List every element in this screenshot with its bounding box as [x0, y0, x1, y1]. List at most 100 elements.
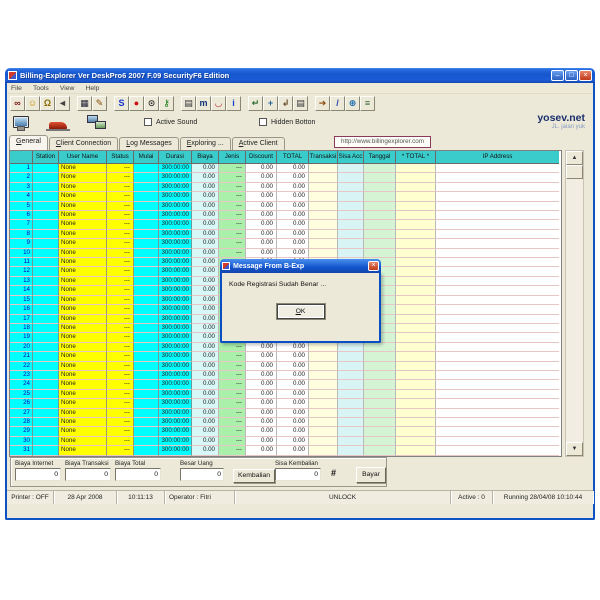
cell-sisa-acc [338, 192, 364, 202]
table-row[interactable]: 28 None --- 300:00:00 0.00 --- 0.00 0.00 [10, 417, 561, 428]
table-row[interactable]: 7 None --- 300:00:00 0.00 --- 0.00 0.00 [10, 220, 561, 230]
table-row[interactable]: 5 None --- 300:00:00 0.00 --- 0.00 0.00 [10, 201, 561, 212]
globe-icon[interactable]: ⊕ [345, 96, 360, 111]
cell-total2 [396, 258, 436, 268]
vertical-scrollbar[interactable]: ▲ ▼ [565, 150, 584, 457]
server-icon[interactable]: S [114, 96, 129, 111]
timer-icon[interactable]: ⊙ [144, 96, 159, 111]
table-row[interactable]: 29 None --- 300:00:00 0.00 --- 0.00 0.00 [10, 427, 561, 437]
page-icon[interactable]: ≡ [360, 96, 375, 111]
table-row[interactable]: 24 None --- 300:00:00 0.00 --- 0.00 0.00 [10, 380, 561, 390]
table-row[interactable]: 26 None --- 300:00:00 0.00 --- 0.00 0.00 [10, 399, 561, 409]
mouse-icon[interactable] [46, 122, 70, 131]
table-row[interactable]: 25 None --- 300:00:00 0.00 --- 0.00 0.00 [10, 389, 561, 400]
users-icon[interactable]: m [196, 96, 211, 111]
smiley-icon[interactable]: ☺ [25, 96, 40, 111]
menu-tools[interactable]: Tools [33, 85, 49, 92]
dialog-close-icon[interactable]: × [368, 261, 379, 271]
besar-uang-input[interactable]: 0 [180, 468, 224, 481]
stop-icon[interactable]: ● [129, 96, 144, 111]
title-bar[interactable]: Billing-Explorer Ver DeskPro6 2007 F.09 … [5, 68, 595, 83]
kembalian-button[interactable]: Kembalian [233, 469, 275, 483]
print2-icon[interactable]: ▤ [293, 96, 308, 111]
column-header[interactable]: Discount [246, 151, 277, 164]
column-header[interactable]: TOTAL [277, 151, 309, 164]
biaya-total-input[interactable]: 0 [115, 468, 161, 481]
column-header[interactable]: Sisa Acc [338, 151, 364, 164]
column-header[interactable]: * TOTAL * [396, 151, 436, 164]
redo-icon[interactable]: ↲ [278, 96, 293, 111]
table-row[interactable]: 4 None --- 300:00:00 0.00 --- 0.00 0.00 [10, 192, 561, 202]
tab-log-messages[interactable]: Log Messages [119, 137, 179, 150]
info-icon[interactable]: i [226, 96, 241, 111]
dialog-titlebar[interactable]: Message From B-Exp × [220, 259, 381, 273]
undo-icon[interactable]: ↵ [248, 96, 263, 111]
table-row[interactable]: 21 None --- 300:00:00 0.00 --- 0.00 0.00 [10, 352, 561, 362]
column-header[interactable]: Durasi [159, 151, 192, 164]
chat-icon[interactable]: ◡ [211, 96, 226, 111]
table-row[interactable]: 10 None --- 300:00:00 0.00 --- 0.00 0.00 [10, 248, 561, 259]
edit-icon[interactable]: / [330, 96, 345, 111]
scroll-thumb[interactable] [566, 165, 583, 179]
table-row[interactable]: 9 None --- 300:00:00 0.00 --- 0.00 0.00 [10, 239, 561, 249]
bayar-button[interactable]: Bayar [356, 467, 386, 483]
table-row[interactable]: 2 None --- 300:00:00 0.00 --- 0.00 0.00 [10, 173, 561, 183]
minimize-icon[interactable]: – [551, 70, 564, 81]
computer-icon[interactable] [13, 116, 29, 131]
url-box[interactable]: http://www.billingexplorer.com [334, 136, 431, 148]
sisa-kembalian-input[interactable]: 0 [275, 468, 321, 481]
checkbox-icon[interactable] [144, 118, 152, 126]
column-header[interactable]: Transaksi [309, 151, 338, 164]
biaya-transaksi-input[interactable]: 0 [65, 468, 111, 481]
cell-station [33, 173, 59, 183]
exit-icon[interactable]: ➔ [315, 96, 330, 111]
cell-station [33, 361, 59, 371]
table-row[interactable]: 30 None --- 300:00:00 0.00 --- 0.00 0.00 [10, 436, 561, 447]
ok-button[interactable]: OK [276, 304, 325, 319]
tab-active-client[interactable]: Active Client [231, 137, 285, 150]
column-header[interactable] [10, 151, 33, 164]
table-row[interactable]: 20 None --- 300:00:00 0.00 --- 0.00 0.00 [10, 342, 561, 353]
column-header[interactable]: Tanggal [364, 151, 396, 164]
biaya-internet-input[interactable]: 0 [15, 468, 61, 481]
tab-general[interactable]: General [9, 135, 48, 150]
scroll-up-icon[interactable]: ▲ [566, 151, 583, 165]
column-header[interactable]: User Name [59, 151, 107, 164]
maximize-icon[interactable]: □ [565, 70, 578, 81]
column-header[interactable]: Station [33, 151, 59, 164]
hidden-botton-checkbox[interactable]: Hidden Botton [259, 118, 315, 126]
tab-client-connection[interactable]: Client Connection [48, 137, 119, 150]
table-row[interactable]: 8 None --- 300:00:00 0.00 --- 0.00 0.00 [10, 229, 561, 240]
table-row[interactable]: 23 None --- 300:00:00 0.00 --- 0.00 0.00 [10, 370, 561, 381]
mute-icon[interactable]: ◄ [55, 96, 70, 111]
print-icon[interactable]: ▤ [181, 96, 196, 111]
menu-view[interactable]: View [60, 85, 75, 92]
table-row[interactable]: 27 None --- 300:00:00 0.00 --- 0.00 0.00 [10, 408, 561, 418]
column-header[interactable]: IP Address [436, 151, 559, 164]
network-icon[interactable] [87, 115, 109, 132]
close-icon[interactable]: × [579, 70, 592, 81]
tab-exploring[interactable]: Exploring ... [179, 137, 231, 150]
key-icon[interactable]: ⚷ [159, 96, 174, 111]
column-header[interactable]: Jenis [219, 151, 246, 164]
menu-help[interactable]: Help [85, 85, 99, 92]
column-header[interactable]: Mulai [134, 151, 159, 164]
active-sound-checkbox[interactable]: Active Sound [144, 118, 197, 126]
find-icon[interactable]: ∞ [10, 96, 25, 111]
cell-mulai [134, 182, 159, 193]
table-row[interactable]: 22 None --- 300:00:00 0.00 --- 0.00 0.00 [10, 361, 561, 371]
table-row[interactable]: 31 None --- 300:00:00 0.00 --- 0.00 0.00 [10, 446, 561, 456]
move-icon[interactable]: + [263, 96, 278, 111]
checkbox-icon[interactable] [259, 118, 267, 126]
table-row[interactable]: 1 None --- 300:00:00 0.00 --- 0.00 0.00 [10, 164, 561, 174]
menu-file[interactable]: File [11, 85, 22, 92]
scroll-down-icon[interactable]: ▼ [566, 442, 583, 456]
column-header[interactable]: Status [107, 151, 134, 164]
cell-transaksi [309, 211, 338, 221]
printer-dark-icon[interactable]: ▦ [77, 96, 92, 111]
pen-icon[interactable]: ✎ [92, 96, 107, 111]
column-header[interactable]: Biaya [192, 151, 219, 164]
table-row[interactable]: 6 None --- 300:00:00 0.00 --- 0.00 0.00 [10, 211, 561, 221]
lock-icon[interactable]: Ω [40, 96, 55, 111]
table-row[interactable]: 3 None --- 300:00:00 0.00 --- 0.00 0.00 [10, 182, 561, 193]
